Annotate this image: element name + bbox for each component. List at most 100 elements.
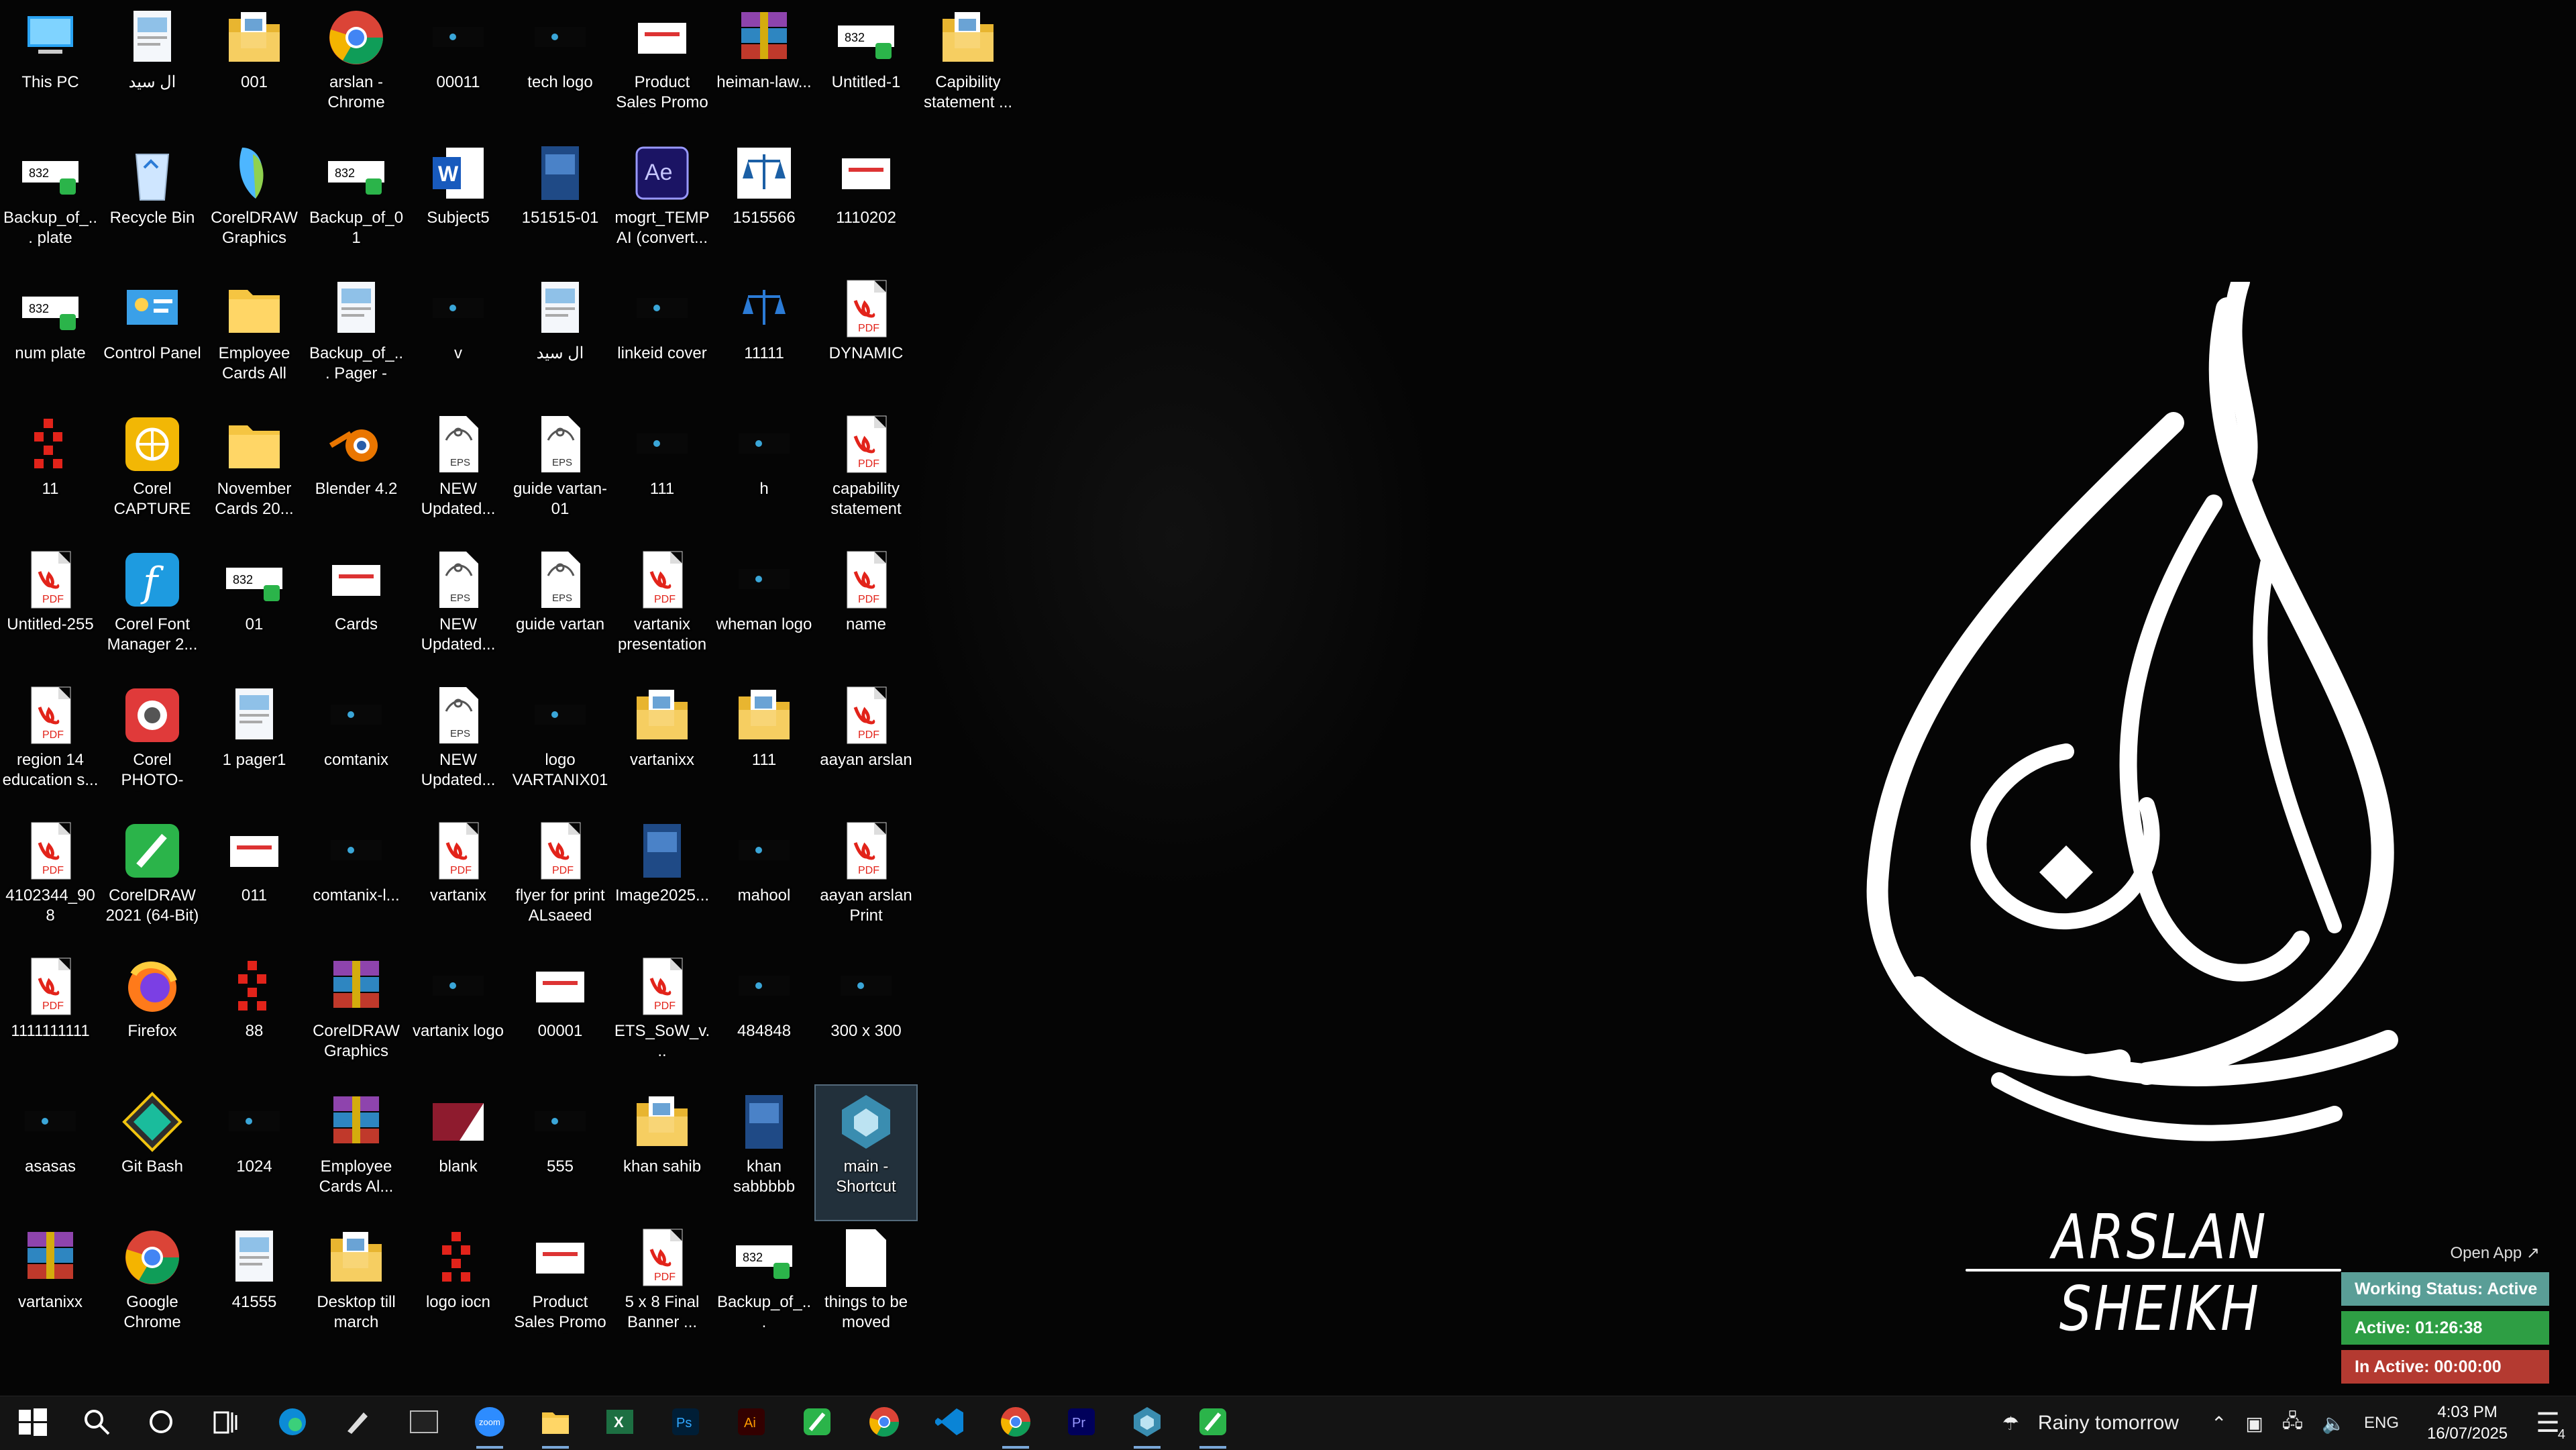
desktop-icon[interactable]: 1024 — [204, 1086, 305, 1220]
pen-app[interactable] — [325, 1396, 389, 1450]
desktop-icon[interactable]: khan sahib — [612, 1086, 712, 1220]
desktop-icon[interactable]: EPS NEW Updated... — [408, 679, 508, 813]
coreldraw-app[interactable] — [785, 1396, 849, 1450]
chrome-profile-app[interactable] — [983, 1396, 1048, 1450]
desktop-icon[interactable]: 11 — [0, 408, 101, 542]
cortana-button[interactable] — [129, 1396, 193, 1450]
desktop-icon[interactable]: Desktop till march — [306, 1221, 407, 1355]
desktop-icon[interactable]: Product Sales Promo Pack... — [510, 1221, 610, 1355]
desktop-icon[interactable]: 832 Backup_of_... plate — [0, 137, 101, 271]
desktop-icon[interactable]: PDF flyer for print ALsaeed po... — [510, 815, 610, 949]
desktop-icon[interactable]: Blender 4.2 — [306, 408, 407, 542]
open-app-link[interactable]: Open App ↗ — [2341, 1238, 2549, 1267]
desktop-icon[interactable]: main - Shortcut — [814, 1084, 918, 1221]
desktop-icon[interactable]: ال سيد — [102, 1, 203, 136]
desktop-icon[interactable]: W Subject5 — [408, 137, 508, 271]
desktop-icon[interactable]: ال سيد — [510, 272, 610, 407]
desktop-icon[interactable]: Google Chrome — [102, 1221, 203, 1355]
desktop-icon[interactable]: logo VARTANIX01 — [510, 679, 610, 813]
desktop-icon[interactable]: Employee Cards All — [204, 272, 305, 407]
desktop-icon[interactable]: Capibility statement ... — [918, 1, 1018, 136]
desktop-icon[interactable]: PDF ETS_SoW_v... — [612, 950, 712, 1084]
desktop-icon[interactable]: blank — [408, 1086, 508, 1220]
desktop-icon[interactable]: Backup_of_... Pager - NY... — [306, 272, 407, 407]
desktop-icon[interactable]: 111 — [714, 679, 814, 813]
desktop-icon[interactable]: 41555 — [204, 1221, 305, 1355]
desktop-icon[interactable]: arslan - Chrome — [306, 1, 407, 136]
desktop-icon[interactable]: 00011 — [408, 1, 508, 136]
desktop-icon[interactable]: 1515566 — [714, 137, 814, 271]
desktop-icon[interactable]: asasas — [0, 1086, 101, 1220]
desktop-icon[interactable]: 88 — [204, 950, 305, 1084]
desktop-icon[interactable]: things to be moved — [816, 1221, 916, 1355]
premiere-app[interactable]: Pr — [1049, 1396, 1114, 1450]
desktop-icon[interactable]: tech logo — [510, 1, 610, 136]
desktop-icon[interactable]: EPS NEW Updated... — [408, 408, 508, 542]
desktop-icon[interactable]: 11111 — [714, 272, 814, 407]
desktop-icon[interactable]: Control Panel — [102, 272, 203, 407]
desktop-icon[interactable]: v — [408, 272, 508, 407]
desktop-icon[interactable]: Cards — [306, 543, 407, 678]
desktop-icon[interactable]: 111 — [612, 408, 712, 542]
search-button[interactable] — [64, 1396, 129, 1450]
desktop-icon[interactable]: wheman logo — [714, 543, 814, 678]
desktop-icon[interactable]: EPS guide vartan-01 — [510, 408, 610, 542]
chrome-app[interactable] — [852, 1396, 916, 1450]
network-icon[interactable]: 🖧 — [2282, 1407, 2303, 1439]
desktop-icon[interactable]: PDF name — [816, 543, 916, 678]
desktop-icon[interactable]: khan sabbbbb — [714, 1086, 814, 1220]
weather-text[interactable]: Rainy tomorrow — [2038, 1412, 2179, 1435]
desktop-icon[interactable]: CorelDRAW Graphics Su... — [306, 950, 407, 1084]
desktop-icon[interactable]: 555 — [510, 1086, 610, 1220]
desktop-icon[interactable]: 300 x 300 — [816, 950, 916, 1084]
desktop-icon[interactable]: PDF region 14 education s... — [0, 679, 101, 813]
desktop-icon[interactable]: Product Sales Promo Pack... — [612, 1, 712, 136]
desktop-icon[interactable]: 001 — [204, 1, 305, 136]
desktop-icon[interactable]: Image2025... — [612, 815, 712, 949]
desktop-icon[interactable]: comtanix-l... — [306, 815, 407, 949]
desktop-icon[interactable]: 1 pager1 — [204, 679, 305, 813]
terminal-app[interactable] — [392, 1396, 456, 1450]
desktop-icon[interactable]: PDF capability statement — [816, 408, 916, 542]
edge-app[interactable] — [260, 1396, 325, 1450]
desktop-icon[interactable]: vartanixx — [612, 679, 712, 813]
desktop-icon[interactable]: EPS NEW Updated... — [408, 543, 508, 678]
desktop-icon[interactable]: CorelDRAW Graphics Su... — [204, 137, 305, 271]
desktop-icon[interactable]: 011 — [204, 815, 305, 949]
desktop-icon[interactable]: vartanixx — [0, 1221, 101, 1355]
desktop-icon[interactable]: 00001 — [510, 950, 610, 1084]
desktop-icon[interactable]: 832 Backup_of_01 — [306, 137, 407, 271]
desktop-icon[interactable]: PDF vartanix — [408, 815, 508, 949]
desktop-icon[interactable]: CorelDRAW 2021 (64-Bit) — [102, 815, 203, 949]
desktop-icon[interactable]: PDF vartanix presentation — [612, 543, 712, 678]
excel-app[interactable]: X — [588, 1396, 652, 1450]
desktop-icon[interactable]: Git Bash — [102, 1086, 203, 1220]
notification-icon[interactable]: ☰ 4 — [2536, 1408, 2565, 1442]
desktop-icon[interactable]: PDF aayan arslan — [816, 679, 916, 813]
desktop-icon[interactable]: 832 num plate — [0, 272, 101, 407]
desktop-icon[interactable]: 832 Untitled-1 — [816, 1, 916, 136]
vscode-app[interactable] — [918, 1396, 982, 1450]
desktop-icon[interactable]: PDF aayan arslan Print — [816, 815, 916, 949]
start-button[interactable] — [0, 1396, 64, 1450]
desktop-icon[interactable]: h — [714, 408, 814, 542]
desktop-icon[interactable]: logo iocn — [408, 1221, 508, 1355]
chevron-up-icon[interactable]: ⌃ — [2211, 1412, 2226, 1435]
language-indicator[interactable]: ENG — [2364, 1414, 2399, 1433]
desktop-icon[interactable]: Corel PHOTO-PAI... — [102, 679, 203, 813]
desktop-icon[interactable]: Firefox — [102, 950, 203, 1084]
desktop-icon[interactable]: PDF Untitled-255 — [0, 543, 101, 678]
desktop-icon[interactable]: 832 Backup_of_... — [714, 1221, 814, 1355]
task-view-button[interactable] — [193, 1396, 258, 1450]
desktop-icon[interactable]: Recycle Bin — [102, 137, 203, 271]
desktop-icon[interactable]: Corel CAPTURE 2... — [102, 408, 203, 542]
file-explorer-app[interactable] — [523, 1396, 588, 1450]
desktop-icon[interactable]: 484848 — [714, 950, 814, 1084]
zoom-app[interactable]: zoom — [458, 1396, 522, 1450]
main-app[interactable] — [1115, 1396, 1179, 1450]
desktop-icon[interactable]: mahool — [714, 815, 814, 949]
desktop-icon[interactable]: PDF DYNAMIC — [816, 272, 916, 407]
desktop-icon[interactable]: PDF 1111111111 — [0, 950, 101, 1084]
desktop-icon[interactable]: EPS guide vartan — [510, 543, 610, 678]
desktop-icon[interactable]: linkeid cover — [612, 272, 712, 407]
